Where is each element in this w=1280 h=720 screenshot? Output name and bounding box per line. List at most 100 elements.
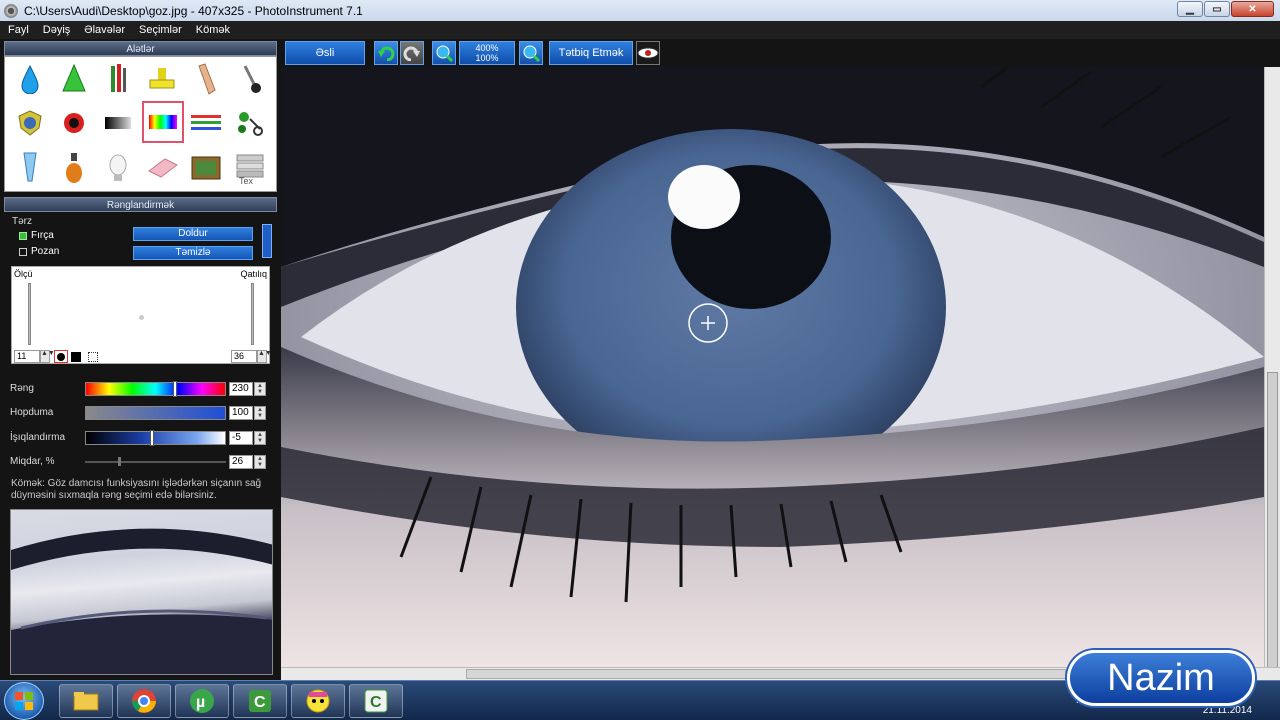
density-value[interactable]: 36	[231, 350, 257, 363]
zoom-level-display[interactable]: 400% 100%	[459, 41, 515, 65]
minimize-button[interactable]: ▁	[1177, 1, 1203, 17]
zoom-out-icon[interactable]	[432, 41, 456, 65]
saturation-spin[interactable]: ▲ ▼	[254, 406, 266, 420]
hue-label: Rəng	[10, 383, 34, 394]
density-slider[interactable]	[251, 283, 254, 345]
side-toggle-button[interactable]	[262, 224, 272, 258]
red-eye-icon[interactable]	[53, 102, 95, 144]
horizontal-scroll-thumb[interactable]	[466, 669, 1066, 679]
rainbow-icon[interactable]	[142, 101, 184, 143]
shield-icon[interactable]	[9, 102, 51, 144]
explorer-icon[interactable]	[59, 684, 113, 718]
window-title: C:\Users\Audi\Desktop\goz.jpg - 407x325 …	[24, 3, 363, 18]
utorrent-icon[interactable]: µ	[175, 684, 229, 718]
density-label: Qatılıq	[240, 269, 267, 279]
zoom-in-icon[interactable]	[519, 41, 543, 65]
svg-text:Tex: Tex	[239, 176, 254, 185]
maximize-button[interactable]: ▭	[1204, 1, 1230, 17]
saturation-label: Hopduma	[10, 407, 54, 418]
amount-slider[interactable]	[85, 461, 226, 463]
vertical-scrollbar[interactable]	[1264, 67, 1280, 712]
saturation-row: Hopduma 100 ▲ ▼	[10, 405, 272, 421]
clear-button[interactable]: Təmizlə	[133, 246, 253, 260]
brush-option[interactable]: Fırça	[19, 230, 54, 241]
saturation-value[interactable]: 100	[229, 406, 253, 420]
amount-row: Miqdar, % 26 ▲ ▼	[10, 454, 272, 470]
title-bar: C:\Users\Audi\Desktop\goz.jpg - 407x325 …	[0, 0, 1280, 21]
close-button[interactable]: ✕	[1231, 1, 1274, 17]
size-slider[interactable]	[28, 283, 31, 345]
menu-options[interactable]: Seçimlər	[133, 24, 188, 36]
text-icon[interactable]: Tex	[229, 147, 271, 189]
menu-file[interactable]: Fayl	[2, 24, 35, 36]
start-button[interactable]	[4, 682, 44, 720]
redo-icon[interactable]	[400, 41, 424, 65]
zoom-top-value: 400%	[475, 43, 499, 53]
preview-thumbnail	[10, 509, 273, 675]
cone-icon[interactable]	[53, 58, 95, 100]
vertical-scroll-thumb[interactable]	[1267, 372, 1278, 712]
toolbar: Əsli 400% 100% Tətbiq Etmək	[281, 39, 1280, 67]
apply-button[interactable]: Tətbiq Etmək	[549, 41, 633, 65]
hue-row: Rəng 230 ▲ ▼	[10, 381, 272, 397]
hue-spin[interactable]: ▲ ▼	[254, 382, 266, 396]
bottle-icon[interactable]	[53, 147, 95, 189]
menu-edit[interactable]: Dəyiş	[37, 24, 77, 36]
brushes-icon[interactable]	[97, 58, 139, 100]
amount-value[interactable]: 26	[229, 455, 253, 469]
amount-label: Miqdar, %	[10, 456, 55, 467]
hue-slider-handle[interactable]	[173, 381, 177, 397]
clone-scissors-icon[interactable]	[229, 102, 271, 144]
lightness-value[interactable]: -5	[229, 431, 253, 445]
lightness-slider[interactable]	[85, 431, 226, 445]
square-brush-button[interactable]	[71, 352, 81, 362]
tube-icon[interactable]	[9, 147, 51, 189]
eraser-option[interactable]: Pozan	[19, 246, 59, 257]
smiley-icon[interactable]	[291, 684, 345, 718]
eye-icon[interactable]	[636, 41, 660, 65]
color-lines-icon[interactable]	[185, 102, 227, 144]
eraser-icon[interactable]	[141, 147, 183, 189]
lightness-slider-handle[interactable]	[150, 430, 154, 446]
size-value[interactable]: 11	[14, 350, 40, 363]
fill-button[interactable]: Doldur	[133, 227, 253, 241]
brush-settings-box: Ölçü Qatılıq 11 ▲▼ 36 ▲▼	[11, 266, 272, 364]
image-canvas[interactable]	[281, 67, 1264, 667]
eraser-label: Pozan	[31, 246, 60, 257]
menu-addons[interactable]: Əlavələr	[78, 24, 131, 36]
round-brush-button[interactable]	[54, 350, 68, 363]
stamp-icon[interactable]	[141, 58, 183, 100]
zoom-bottom-value: 100%	[475, 53, 499, 63]
amount-spin[interactable]: ▲ ▼	[254, 455, 266, 469]
original-button[interactable]: Əsli	[285, 41, 365, 65]
gradient-bar-icon[interactable]	[97, 102, 139, 144]
lightness-row: İşıqlandırma -5 ▲ ▼	[10, 430, 272, 446]
eraser-checkbox[interactable]	[19, 247, 27, 256]
hue-value[interactable]: 230	[229, 382, 253, 396]
svg-text:C: C	[370, 694, 382, 711]
menu-help[interactable]: Kömək	[190, 24, 236, 36]
undo-icon[interactable]	[374, 41, 398, 65]
chrome-icon[interactable]	[117, 684, 171, 718]
photo-frame-icon[interactable]	[185, 147, 227, 189]
amount-slider-handle[interactable]	[118, 457, 121, 466]
help-text: Kömək: Göz damcısı funksiyasını işlədərk…	[11, 478, 262, 501]
selection-brush-button[interactable]	[88, 352, 98, 362]
brush-label: Fırça	[31, 230, 54, 241]
brush-preview-dot	[139, 315, 144, 320]
brush-checkbox[interactable]	[19, 231, 27, 240]
hue-slider[interactable]	[85, 382, 226, 396]
camtasia-recorder-icon[interactable]: C	[349, 684, 403, 718]
clock-date[interactable]: 21.11.2014	[1203, 705, 1252, 716]
lightness-spin[interactable]: ▲ ▼	[254, 431, 266, 445]
saturation-slider[interactable]	[85, 406, 226, 420]
camtasia-icon[interactable]: C	[233, 684, 287, 718]
svg-text:µ: µ	[196, 694, 205, 711]
finger-icon[interactable]	[185, 58, 227, 100]
density-spin[interactable]: ▲▼	[257, 350, 272, 363]
bulb-icon[interactable]	[97, 147, 139, 189]
size-spin[interactable]: ▲▼	[40, 350, 55, 363]
water-drop-icon[interactable]	[9, 58, 51, 100]
tools-grid: Tex	[4, 56, 277, 192]
pin-icon[interactable]	[229, 58, 271, 100]
